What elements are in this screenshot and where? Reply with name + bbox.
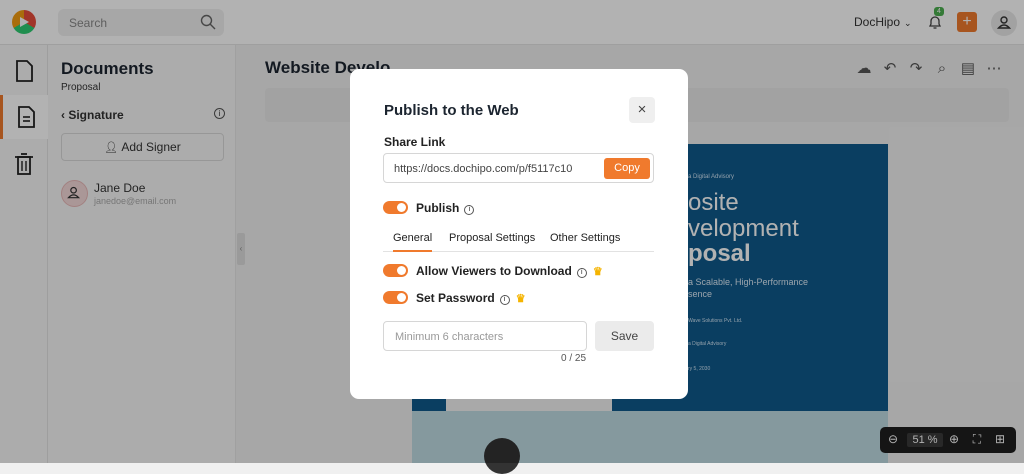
password-input[interactable]: Minimum 6 characters xyxy=(383,321,587,351)
publish-row: Publish i xyxy=(416,201,475,215)
dialog-title: Publish to the Web xyxy=(384,102,519,119)
share-link-label: Share Link xyxy=(384,135,446,149)
set-password-toggle[interactable] xyxy=(383,291,408,304)
allow-download-row: Allow Viewers to Download i ♛ xyxy=(416,264,603,278)
crown-icon: ♛ xyxy=(592,266,603,278)
set-password-row: Set Password i ♛ xyxy=(416,291,526,305)
set-password-label: Set Password xyxy=(416,291,495,305)
info-icon[interactable]: i xyxy=(499,295,510,305)
share-url[interactable]: https://docs.dochipo.com/p/f5117c10 xyxy=(394,163,572,175)
save-button[interactable]: Save xyxy=(595,321,654,351)
publish-dialog: Publish to the Web × Share Link https://… xyxy=(350,69,688,399)
publish-label: Publish xyxy=(416,201,460,215)
copy-button[interactable]: Copy xyxy=(604,158,650,179)
allow-download-label: Allow Viewers to Download xyxy=(416,264,572,278)
password-counter: 0 / 25 xyxy=(561,353,587,364)
crown-icon: ♛ xyxy=(515,293,526,305)
tab-proposal-settings[interactable]: Proposal Settings xyxy=(449,232,535,252)
settings-tabs: General Proposal Settings Other Settings xyxy=(383,232,654,252)
info-icon[interactable]: i xyxy=(464,205,475,215)
close-button[interactable]: × xyxy=(629,97,655,123)
info-icon[interactable]: i xyxy=(576,268,587,278)
password-placeholder: Minimum 6 characters xyxy=(395,331,504,343)
tab-general[interactable]: General xyxy=(393,232,433,252)
allow-download-toggle[interactable] xyxy=(383,264,408,277)
share-link-field[interactable]: https://docs.dochipo.com/p/f5117c10 Copy xyxy=(383,153,654,183)
tab-other-settings[interactable]: Other Settings xyxy=(550,232,620,252)
publish-toggle[interactable] xyxy=(383,201,408,214)
